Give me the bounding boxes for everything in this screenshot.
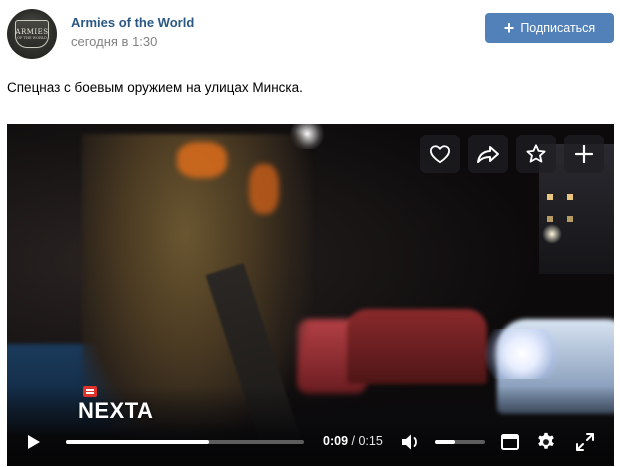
- settings-button[interactable]: [534, 430, 558, 454]
- fullscreen-icon: [576, 433, 594, 451]
- duration: 0:15: [358, 434, 383, 448]
- author-link[interactable]: Armies of the World: [71, 15, 194, 30]
- star-icon: [526, 144, 546, 163]
- share-button[interactable]: [468, 135, 508, 173]
- play-button[interactable]: [23, 432, 45, 452]
- group-avatar[interactable]: ARMIES OF THE WORLD: [7, 9, 57, 59]
- settings-icon: [538, 432, 554, 449]
- current-time: 0:09: [323, 434, 349, 448]
- plus-icon: [574, 144, 594, 164]
- fullscreen-button[interactable]: [574, 431, 596, 453]
- favorite-button[interactable]: [516, 135, 556, 173]
- post-text: Спецназ с боевым оружием на улицах Минск…: [7, 80, 303, 95]
- volume-slider[interactable]: [435, 440, 485, 444]
- add-button[interactable]: [564, 135, 604, 173]
- time-separator: /: [348, 434, 359, 448]
- subscribe-button[interactable]: + Подписаться: [485, 13, 614, 43]
- share-icon: [477, 146, 499, 163]
- post-date[interactable]: сегодня в 1:30: [71, 34, 157, 49]
- time-display: 0:09 / 0:15: [323, 434, 383, 448]
- avatar-line1: ARMIES: [15, 27, 49, 36]
- miniplayer-icon: [501, 434, 519, 450]
- play-icon: [28, 435, 40, 449]
- volume-fill: [435, 440, 455, 444]
- miniplayer-button[interactable]: [499, 431, 521, 453]
- heart-icon: [429, 145, 450, 164]
- progress-bar[interactable]: [66, 440, 304, 444]
- volume-icon: [402, 434, 417, 450]
- plus-icon: +: [503, 18, 515, 38]
- like-button[interactable]: [420, 135, 460, 173]
- subscribe-label: Подписаться: [520, 21, 596, 35]
- avatar-emblem: ARMIES OF THE WORLD: [15, 20, 49, 48]
- volume-button[interactable]: [400, 431, 424, 453]
- nexta-watermark: NEXTA: [78, 386, 153, 424]
- video-player[interactable]: NEXTA 0:09 / 0:15: [7, 124, 614, 466]
- nexta-logo-icon: [83, 386, 97, 397]
- progress-fill: [66, 440, 209, 444]
- avatar-line2: OF THE WORLD: [17, 35, 47, 40]
